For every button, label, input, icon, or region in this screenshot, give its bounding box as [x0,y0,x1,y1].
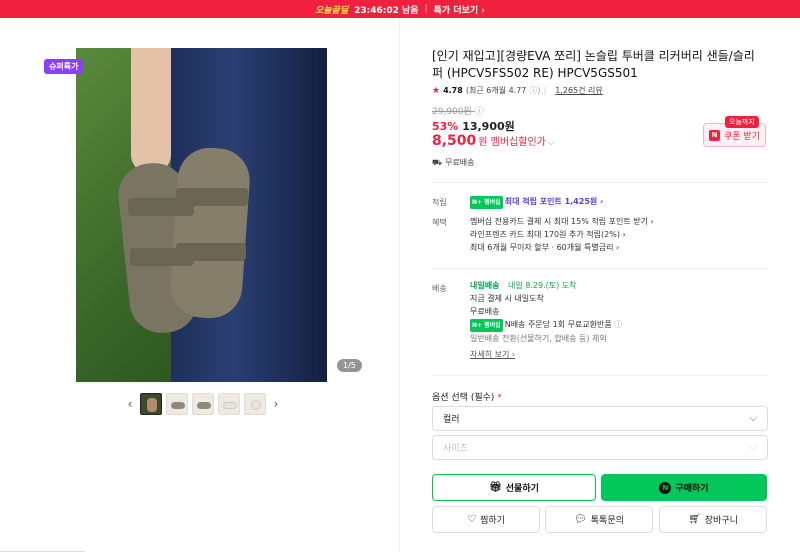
delivery-line: 일반배송 전환(선물하기, 합배송 등) 제외 [470,334,607,343]
delivery-eta-row: 내일배송 내일 8.29.(토) 도착 [470,279,622,292]
chevron-right-icon[interactable]: › [270,397,282,411]
naver-n-icon: N [709,129,720,141]
product-title: [인기 재입고][경량EVA 쪼리] 논슬립 투버클 리커버리 샌들/슬리퍼 (… [432,49,755,80]
banner-divider: | [424,4,428,14]
free-shipping-row: ⛟ 무료배송 [432,157,475,168]
perks-label: 혜택 [432,218,447,227]
chevron-down-icon: ⌵ [749,413,757,424]
original-price: 29,900원 ⓘ [432,104,484,117]
sale-price: 13,900원 [462,120,515,133]
gift-icon: 🎁︎ [489,482,502,493]
gift-label: 선물하기 [505,484,539,494]
image-counter: 1/5 [337,359,362,372]
delivery-eta: 내일 8.29.(토) 도착 [508,281,577,290]
points-row[interactable]: N+ 멤버십 최대 적립 포인트 1,425원 › [470,195,603,209]
countdown-timer: 23:46:02 남음 [354,5,419,16]
talk-inquiry-label: 톡톡문의 [590,516,624,526]
basket-icon: 🛒︎ [688,514,701,525]
perk-item[interactable]: 멤버십 전용카드 결제 시 최대 15% 적립 포인트 받기 › [470,215,654,228]
delivery-return-row: N+ 멤버십 N배송 주문당 1회 무료교환반품 ⓘ [470,318,622,332]
rating-note: (최근 6개월 4.77 [465,86,527,95]
super-deal-badge: 슈퍼특가 [44,59,84,74]
thumbnail[interactable] [244,393,266,415]
delivery-detail-link[interactable]: 자세히 보기 › [470,348,622,361]
tomorrow-delivery-badge: 내일배송 [470,281,500,290]
product-main-image[interactable] [76,48,327,382]
info-icon[interactable]: ⓘ [614,320,622,329]
color-select-value: 컬러 [443,415,460,425]
option-label: 옵션 선택 (필수) * [432,393,502,403]
discount-row: 53% 13,900원 [432,118,515,134]
chat-icon: 💬︎ [574,514,587,525]
delivery-line: 무료배송 [470,307,500,316]
perks-list: 멤버십 전용카드 결제 시 최대 15% 적립 포인트 받기 › 라인프렌즈 카… [470,215,654,254]
thumbnail[interactable] [140,393,162,415]
divider [432,182,768,183]
star-icon: ★ [432,85,441,96]
banner-more-link[interactable]: 특가 더보기 › [434,3,485,16]
photo-strap-shape [176,188,248,206]
photo-strap-shape [176,243,246,261]
rating-score: 4.78 [443,86,463,95]
info-icon[interactable]: ⓘ [475,104,484,117]
color-select[interactable]: 컬러 ⌵ [432,406,768,431]
thumbnail[interactable] [192,393,214,415]
perk-item[interactable]: 라인프렌즈 카드 최대 170원 추가 적립(2%) › [470,228,654,241]
promo-banner[interactable]: 오늘끝딜 23:46:02 남음 | 특가 더보기 › [0,0,800,18]
photo-arm-shape [131,48,171,173]
info-icon[interactable]: ⓘ) [529,85,540,96]
gallery-panel: 슈퍼특가 1/5 ‹ › [0,18,400,552]
wishlist-label: 찜하기 [480,516,505,526]
buy-label: 구매하기 [675,484,709,494]
size-select[interactable]: 사이즈 ⌵ [432,435,768,460]
naver-pay-icon: N+ 멤버십 [470,196,503,209]
delivery-info: 내일배송 내일 8.29.(토) 도착 지금 결제 시 내일도착 무료배송 N+… [470,279,622,361]
thumbnail[interactable] [166,393,188,415]
divider [432,268,768,269]
member-price-label: 원 멤버십할인가 [478,137,546,148]
size-select-value: 사이즈 [443,444,468,454]
cart-button[interactable]: 🛒︎ 장바구니 [659,506,767,533]
thumbnail-strip: ‹ › [124,393,282,415]
heart-icon: ♡ [467,514,477,525]
chevron-left-icon[interactable]: ‹ [124,397,136,411]
rating-row: ★ 4.78 (최근 6개월 4.77 ⓘ) | 1,265건 리뷰 [432,85,603,96]
truck-icon: ⛟ [432,157,443,167]
member-price: 8,500 [432,133,477,149]
points-text: 최대 적립 포인트 1,425원 › [504,197,604,206]
points-label: 적립 [432,198,447,207]
perk-item[interactable]: 최대 6개월 무이자 할부 · 60개월 특별금리 › [470,241,654,254]
gift-button[interactable]: 🎁︎ 선물하기 [432,474,596,501]
banner-brand: 오늘끝딜 [314,5,349,16]
coupon-deadline-tag: 오늘까지 [725,116,759,128]
chevron-down-icon: ⌵ [749,442,757,453]
cart-label: 장바구니 [704,516,738,526]
member-price-row[interactable]: 8,500 원 멤버십할인가 ⌵ [432,133,554,149]
talk-inquiry-button[interactable]: 💬︎ 톡톡문의 [545,506,653,533]
divider: | [543,86,547,95]
delivery-line: 지금 결제 시 내일도착 [470,294,544,303]
coupon-label: 쿠폰 받기 [724,131,760,142]
photo-sandal-shape [168,145,252,321]
naver-n-icon: N [659,481,672,494]
thumbnail[interactable] [218,393,240,415]
chevron-down-icon: ⌵ [547,138,554,147]
naver-pay-icon: N+ 멤버십 [470,319,503,332]
free-shipping-text: 무료배송 [445,158,475,167]
wishlist-button[interactable]: ♡ 찜하기 [432,506,540,533]
delivery-label: 배송 [432,284,447,293]
discount-percent: 53% [432,120,459,133]
divider [432,375,768,376]
review-count-link[interactable]: 1,265건 리뷰 [555,85,603,96]
buy-button[interactable]: N 구매하기 [601,474,767,501]
